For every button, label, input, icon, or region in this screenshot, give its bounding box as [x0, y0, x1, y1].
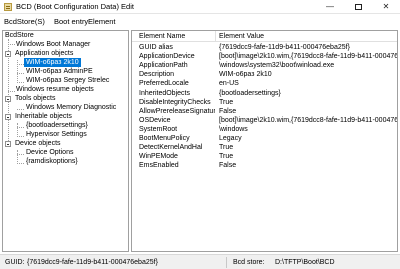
table-row[interactable]: DetectKernelAndHal True — [132, 143, 397, 152]
table-row[interactable]: DisableIntegrityChecks True — [132, 98, 397, 107]
table-row[interactable]: Description WIM-o6paз 2k10 — [132, 70, 397, 79]
tree-node-application-objects[interactable]: Application objects — [15, 49, 73, 58]
maximize-button[interactable] — [344, 0, 372, 14]
tree-node-windows-resume-objects[interactable]: Windows resume objects — [16, 85, 94, 94]
app-icon — [4, 3, 12, 11]
tree-guide-line — [17, 150, 18, 164]
tree-node-windows-boot-manager[interactable]: Windows Boot Manager — [16, 40, 90, 49]
element-value-cell: \windows — [219, 125, 248, 133]
table-row[interactable]: InheritedObjects {bootloadersettings} — [132, 89, 397, 98]
status-guid-label: GUID: — [5, 259, 25, 266]
menu-bar: BcdStore(S) Boot entry Element — [0, 15, 400, 29]
element-value-cell: en-US — [219, 80, 239, 88]
element-name-cell: ApplicationPath — [139, 62, 188, 70]
tree-node-ramdiskoptions[interactable]: {ramdiskoptions} — [26, 157, 78, 166]
element-name-cell: GUID alias — [139, 44, 173, 51]
element-name-cell: EmsEnabled — [139, 162, 179, 170]
table-row[interactable]: WinPEMode True — [132, 152, 397, 161]
table-row[interactable]: ApplicationDevice [boot]\image\2k10.wim,{… — [132, 52, 397, 61]
element-name-cell: OSDevice — [139, 116, 171, 124]
element-value-cell: [boot]\image\2k10.wim,{7619dcc8-fafe-11d… — [219, 116, 397, 124]
element-value-cell: \windows\system32\boot\winload.exe — [219, 62, 335, 70]
tree-node-device-options[interactable]: Device Options — [26, 148, 73, 157]
tree-guide-line — [17, 136, 24, 137]
element-value-cell: {7619dcc9-fafe-11d9-b411-000476eba25f} — [219, 44, 350, 51]
tree-node-wim-2k10[interactable]: WIM-o6paз 2k10 — [24, 58, 81, 67]
status-store-label: Bcd store: — [233, 259, 265, 266]
minimize-button[interactable]: — — [316, 0, 344, 14]
status-store-value: D:\TFTP\Boot\BCD — [275, 259, 335, 266]
tree-node-tools-objects[interactable]: Tools objects — [15, 94, 55, 103]
tree-guide-line — [17, 109, 24, 110]
element-name-cell: Description — [139, 71, 175, 79]
tree-guide-line — [8, 44, 15, 45]
table-row[interactable]: ApplicationPath \windows\system32\boot\wi… — [132, 61, 397, 70]
element-name-cell: AllowPrereleaseSignatures — [139, 107, 215, 115]
element-value-cell: {bootloadersettings} — [219, 89, 281, 97]
status-guid-value: {7619dcc9-fafe-11d9-b411-000476eba25f} — [27, 259, 158, 266]
close-button[interactable]: ✕ — [372, 0, 400, 14]
collapse-icon[interactable] — [5, 141, 11, 147]
tree-guide-line — [17, 73, 24, 74]
table-row[interactable]: SystemRoot \windows — [132, 125, 397, 134]
tree-guide-line — [8, 91, 15, 92]
title-bar: BCD (Boot Configuration Data) Edit — ✕ — [0, 0, 400, 14]
grid-header: Element Name Element Value — [132, 31, 397, 42]
tree-node-windows-memory-diagnostic[interactable]: Windows Memory Diagnostic — [26, 103, 116, 112]
table-row[interactable]: GUID alias {7619dcc9-fafe-11d9-b411-00047… — [132, 43, 397, 52]
collapse-icon[interactable] — [5, 96, 11, 102]
element-name-cell: ApplicationDevice — [139, 53, 195, 61]
element-value-cell: Legacy — [219, 135, 242, 142]
element-value-cell: [boot]\image\2k10.wim,{7619dcc8-fafe-11d… — [219, 53, 397, 61]
status-bar: GUID: {7619dcc9-fafe-11d9-b411-000476eba… — [0, 254, 400, 269]
table-row[interactable]: AllowPrereleaseSignatures False — [132, 107, 397, 116]
tree-node-inheritable-objects[interactable]: Inheritable objects — [15, 112, 72, 121]
tree-node-wim-strelec[interactable]: WIM-o6paз Sergey Strelec — [26, 76, 109, 85]
element-value-cell: False — [219, 107, 237, 115]
table-row[interactable]: BootMenuPolicy Legacy — [132, 134, 397, 143]
element-value-cell: False — [219, 162, 237, 170]
menu-element[interactable]: Element — [86, 17, 118, 27]
tree-guide-line — [17, 127, 24, 128]
tree-node-hypervisor-settings[interactable]: Hypervisor Settings — [26, 130, 87, 139]
tree-node-wim-adminpe[interactable]: WIM-o6paз AdminPE — [26, 67, 93, 76]
element-value-cell: True — [219, 153, 234, 161]
element-grid[interactable]: Element Name Element Value GUID alias {76… — [131, 30, 398, 252]
element-name-cell: SystemRoot — [139, 125, 178, 133]
element-name-cell: BootMenuPolicy — [139, 135, 190, 142]
element-name-cell: PreferredLocale — [139, 80, 189, 88]
tree-node-device-objects[interactable]: Device objects — [15, 139, 61, 148]
tree-node-bootloadersettings[interactable]: {bootloadersettings} — [26, 121, 88, 130]
table-row[interactable]: PreferredLocale en-US — [132, 79, 397, 88]
status-separator — [226, 257, 227, 268]
column-header-value[interactable]: Element Value — [219, 32, 264, 41]
element-name-cell: WinPEMode — [139, 153, 178, 161]
collapse-icon[interactable] — [5, 114, 11, 120]
tree-guide-line — [17, 82, 24, 83]
maximize-icon — [354, 3, 362, 10]
table-row[interactable]: OSDevice [boot]\image\2k10.wim,{7619dcc8-… — [132, 116, 397, 125]
tree-guide-line — [17, 163, 24, 164]
bcd-tree-view[interactable]: BcdStore Windows Boot Manager Applicatio… — [2, 30, 129, 252]
element-name-cell: DisableIntegrityChecks — [139, 98, 211, 106]
element-name-cell: InheritedObjects — [139, 89, 190, 97]
collapse-icon[interactable] — [5, 51, 11, 57]
element-value-cell: WIM-o6paз 2k10 — [219, 71, 272, 79]
menu-bcdstore[interactable]: BcdStore(S) — [2, 17, 47, 27]
window-title: BCD (Boot Configuration Data) Edit — [16, 2, 134, 11]
table-row[interactable]: EmsEnabled False — [132, 161, 397, 170]
tree-guide-line — [17, 154, 24, 155]
element-value-cell: True — [219, 98, 234, 106]
column-divider[interactable] — [215, 31, 216, 42]
tree-guide-line — [17, 123, 18, 137]
element-name-cell: DetectKernelAndHal — [139, 144, 203, 152]
column-header-name[interactable]: Element Name — [139, 32, 185, 41]
element-value-cell: True — [219, 144, 234, 152]
menu-boot-entry[interactable]: Boot entry — [52, 17, 90, 27]
tree-node-bcdstore[interactable]: BcdStore — [5, 31, 34, 40]
tree-guide-line — [17, 64, 24, 65]
